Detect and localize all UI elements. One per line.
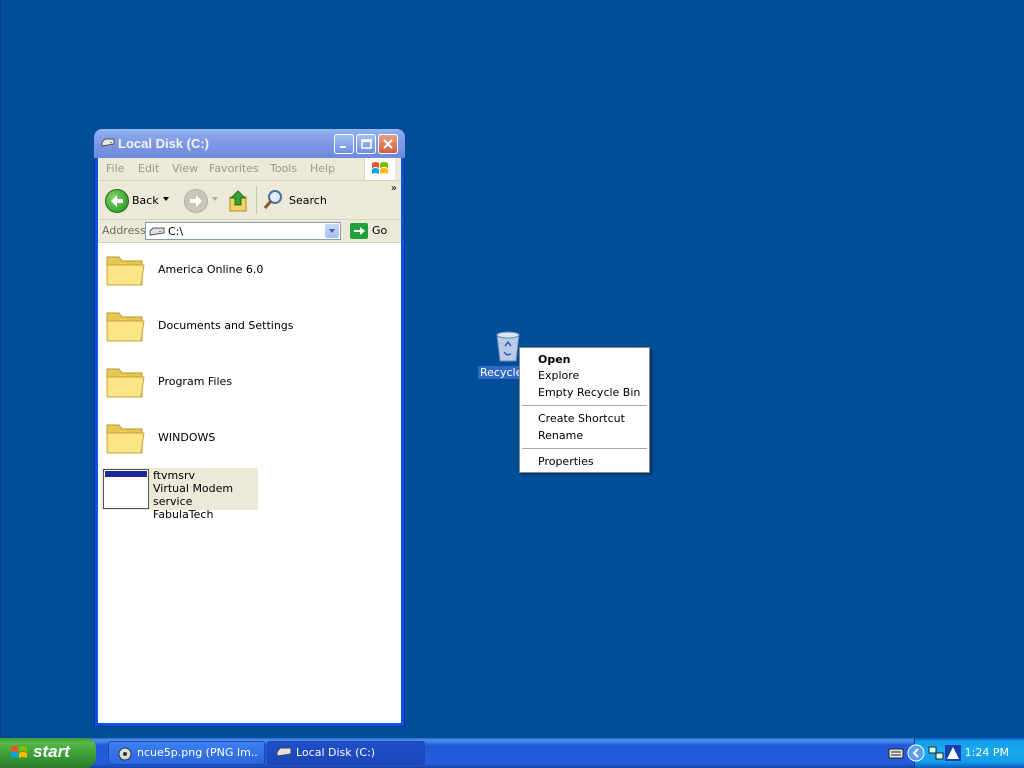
list-item-label: Documents and Settings (158, 319, 294, 332)
drive-icon (101, 138, 115, 147)
context-menu-separator (522, 405, 647, 406)
keyboard-icon[interactable] (888, 747, 904, 759)
list-item[interactable]: WINDOWS (104, 417, 394, 457)
folder-icon (106, 312, 145, 342)
window-title: Local Disk (C:) (118, 136, 210, 151)
list-item-label: Program Files (158, 375, 233, 388)
address-dropdown-button[interactable] (325, 224, 339, 238)
back-button-label[interactable]: Back (132, 194, 159, 207)
taskbar-button-label: ncue5p.png (PNG Im... (137, 746, 259, 759)
search-button-label[interactable]: Search (289, 194, 327, 207)
list-item-label: WINDOWS (158, 431, 216, 444)
toolbar-separator (256, 186, 257, 214)
application-window-icon (103, 469, 149, 509)
back-arrow-icon[interactable] (105, 189, 129, 213)
maximize-icon (361, 139, 372, 149)
menu-view[interactable]: View (172, 162, 198, 175)
folder-icon (106, 368, 145, 398)
forward-dropdown-icon[interactable] (212, 197, 218, 201)
exe-company: FabulaTech (153, 508, 214, 521)
go-button-label[interactable]: Go (372, 224, 387, 237)
menu-tools[interactable]: Tools (270, 162, 297, 175)
taskbar-button-label: Local Disk (C:) (296, 746, 376, 759)
minimize-button[interactable] (334, 134, 354, 154)
go-arrow-icon[interactable] (350, 223, 368, 239)
up-folder-icon[interactable] (228, 189, 250, 213)
toolbar: Back Search » (98, 181, 401, 220)
close-icon (383, 139, 393, 149)
context-menu-open[interactable]: Open (538, 353, 571, 366)
folder-icon (106, 256, 145, 286)
back-dropdown-icon[interactable] (163, 197, 169, 201)
list-item[interactable]: Documents and Settings (104, 305, 394, 345)
windows-logo (364, 158, 395, 180)
address-bar: Address C:\ Go (98, 220, 401, 243)
close-button[interactable] (378, 134, 398, 154)
context-menu-create-shortcut[interactable]: Create Shortcut (538, 412, 625, 425)
recycle-bin-icon (496, 331, 520, 362)
alert-icon[interactable] (945, 745, 961, 761)
context-menu-explore[interactable]: Explore (538, 369, 579, 382)
maximize-button[interactable] (356, 134, 376, 154)
drive-icon (276, 747, 292, 757)
list-item[interactable]: America Online 6.0 (104, 249, 394, 289)
context-menu-rename[interactable]: Rename (538, 429, 583, 442)
menu-help[interactable]: Help (310, 162, 335, 175)
exe-description: Virtual Modem service (153, 482, 234, 508)
file-list: America Online 6.0 Documents and Setting… (98, 243, 401, 723)
windows-flag-icon (372, 162, 388, 174)
system-tray: 1:24 PM (907, 738, 1024, 768)
toolbar-more-chevron[interactable]: » (391, 183, 397, 194)
menu-file[interactable]: File (106, 162, 124, 175)
taskbar-button-png-viewer[interactable]: ncue5p.png (PNG Im... (108, 741, 265, 765)
minimize-icon (340, 146, 346, 148)
folder-icon (106, 424, 145, 454)
list-item-label: America Online 6.0 (158, 263, 264, 276)
chevron-down-icon (329, 229, 335, 233)
list-item[interactable]: Program Files (104, 361, 394, 401)
list-item-exe[interactable]: ftvmsrv Virtual Modem service FabulaTech (101, 468, 258, 521)
recycle-bin-desktop-icon[interactable]: Recycle (476, 330, 525, 382)
exe-details: ftvmsrv Virtual Modem service FabulaTech (153, 469, 258, 521)
context-menu: Open Explore Empty Recycle Bin Create Sh… (519, 347, 650, 473)
recycle-bin-label: Recycle (478, 366, 525, 379)
tray-expand-icon[interactable] (907, 744, 925, 762)
context-menu-properties[interactable]: Properties (538, 455, 594, 468)
network-icon[interactable] (927, 745, 945, 761)
address-value: C:\ (168, 225, 184, 238)
start-button[interactable]: start (0, 738, 96, 768)
menu-bar: File Edit View Favorites Tools Help (98, 158, 401, 181)
context-menu-empty-recycle-bin[interactable]: Empty Recycle Bin (538, 386, 640, 399)
title-bar[interactable]: Local Disk (C:) (94, 129, 405, 158)
window-client: File Edit View Favorites Tools Help Back (98, 158, 401, 723)
menu-favorites[interactable]: Favorites (209, 162, 259, 175)
image-viewer-icon (118, 747, 132, 761)
start-label: start (33, 742, 70, 761)
clock[interactable]: 1:24 PM (965, 746, 1009, 759)
taskbar-button-local-disk[interactable]: Local Disk (C:) (267, 741, 425, 765)
explorer-window: Local Disk (C:) File Edit View Favorites… (94, 129, 405, 727)
taskbar: start ncue5p.png (PNG Im... Local Disk (… (0, 738, 1024, 768)
drive-icon (149, 227, 165, 236)
address-input[interactable]: C:\ (145, 222, 341, 240)
context-menu-separator (522, 448, 647, 449)
search-icon[interactable] (262, 188, 286, 212)
menu-edit[interactable]: Edit (138, 162, 159, 175)
windows-flag-icon (11, 746, 27, 758)
address-label: Address (102, 224, 146, 237)
forward-arrow-icon[interactable] (184, 189, 208, 213)
exe-name: ftvmsrv (153, 469, 195, 482)
